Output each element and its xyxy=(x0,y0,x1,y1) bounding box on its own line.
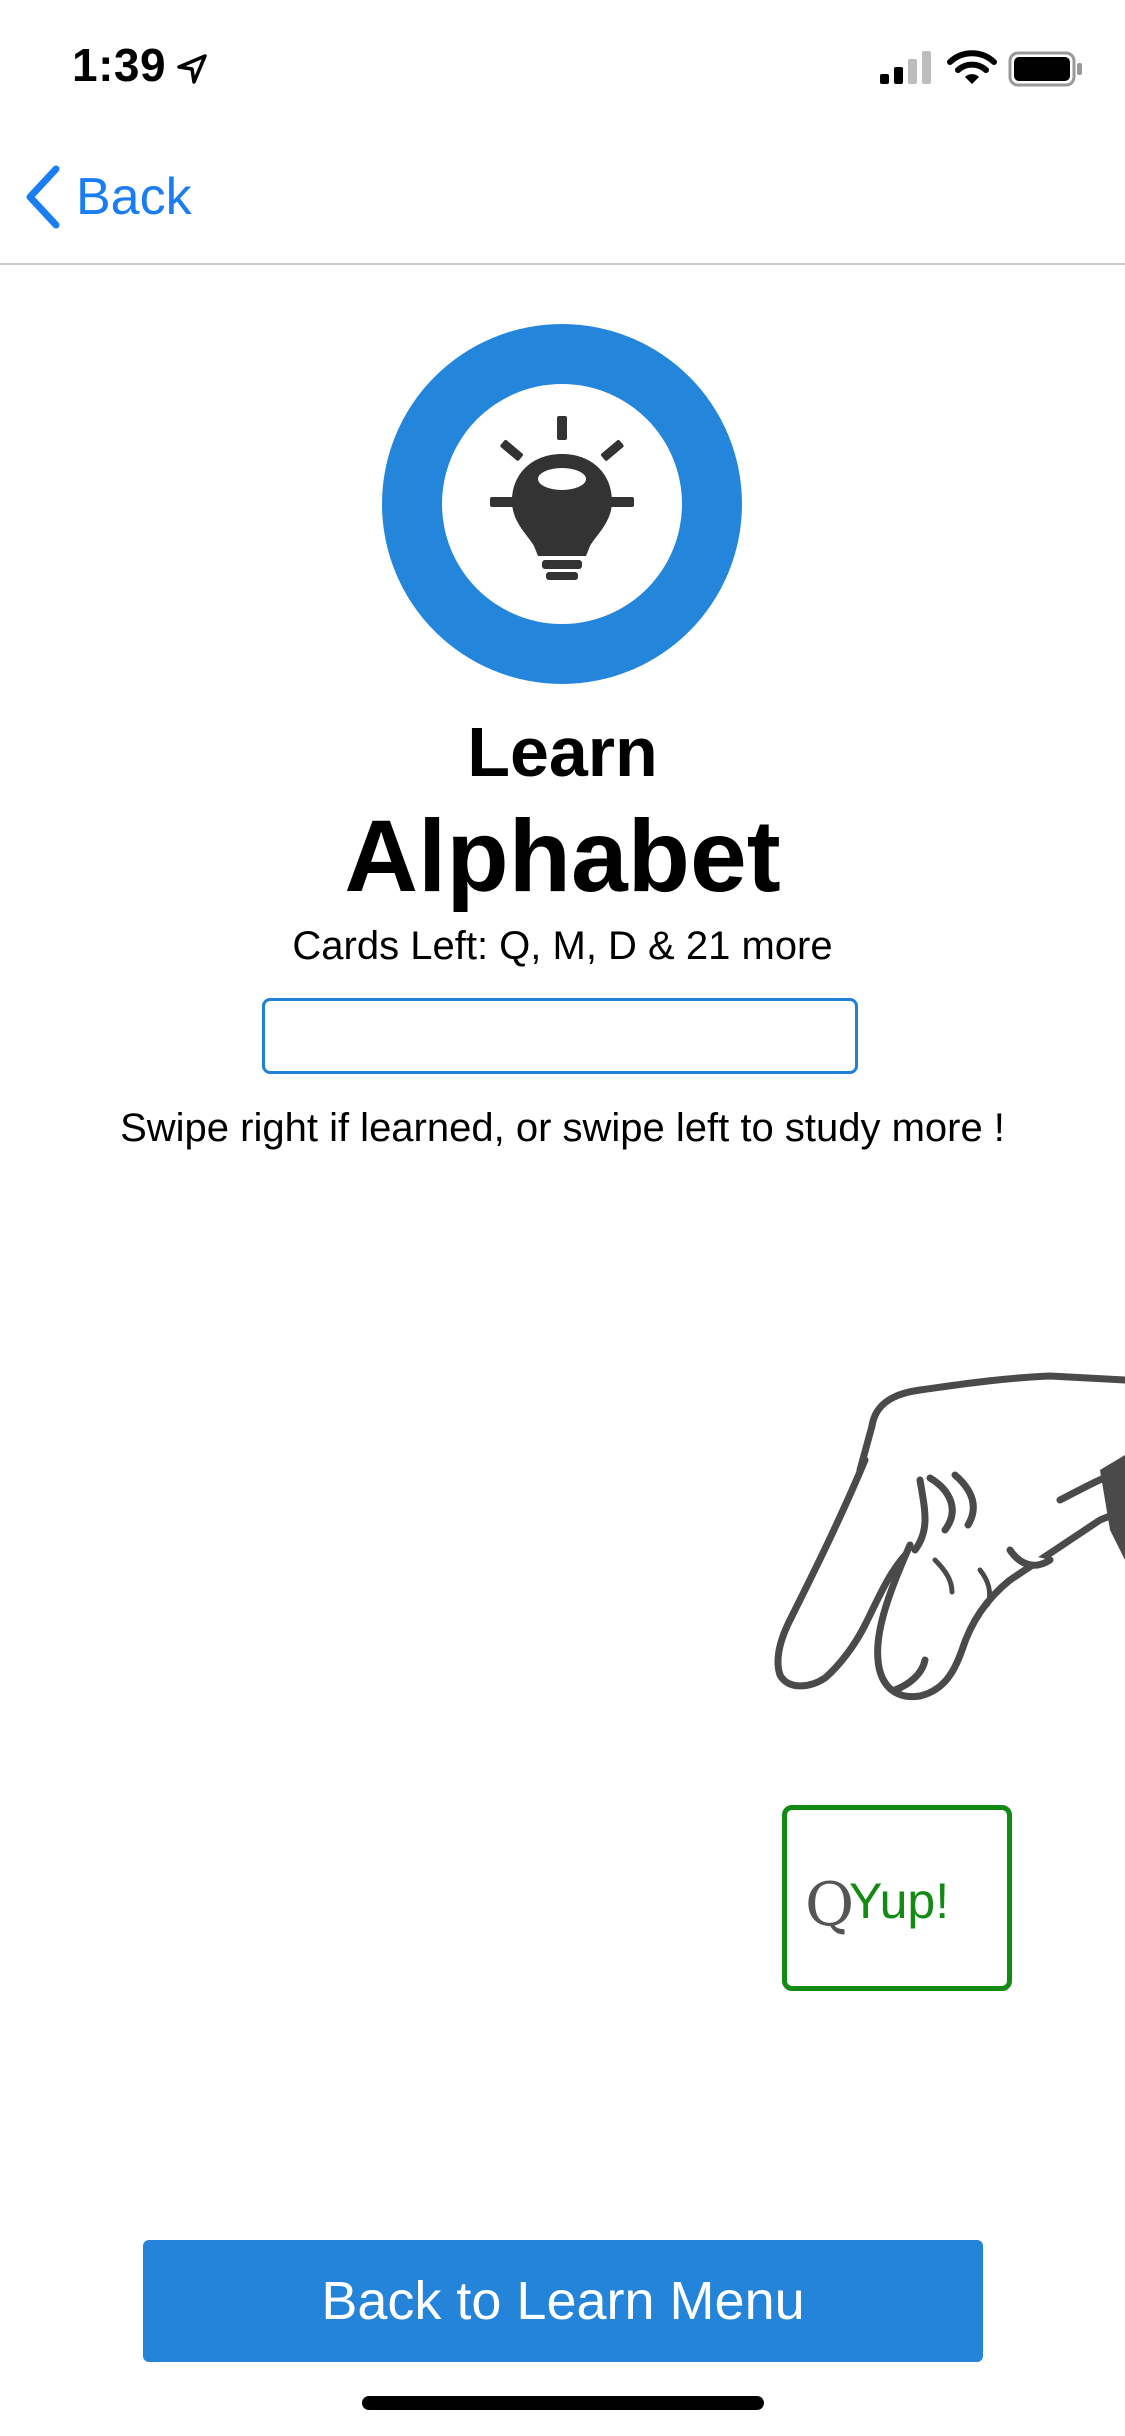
cards-left-text: Cards Left: Q, M, D & 21 more xyxy=(292,924,833,968)
yup-label: Yup! xyxy=(849,1873,950,1929)
lightbulb-icon xyxy=(382,324,742,684)
answer-input[interactable] xyxy=(262,998,858,1074)
back-label: Back xyxy=(76,168,192,226)
status-bar: 1:39 xyxy=(0,0,1125,132)
back-to-learn-menu-button[interactable]: Back to Learn Menu xyxy=(143,2240,983,2362)
home-indicator xyxy=(362,2396,764,2410)
battery-icon xyxy=(1008,51,1082,87)
back-button[interactable]: Back xyxy=(22,162,192,232)
hand-sign-q-icon xyxy=(774,1372,1125,1701)
menu-button-label: Back to Learn Menu xyxy=(321,2271,805,2331)
page-title: Alphabet xyxy=(344,799,781,913)
swipe-instructions: Swipe right if learned, or swipe left to… xyxy=(120,1106,1005,1150)
chevron-left-icon xyxy=(26,165,60,229)
signal-icon xyxy=(880,51,931,84)
status-time: 1:39 xyxy=(72,39,167,91)
sign-card[interactable] xyxy=(590,1360,1125,1780)
section-label: Learn xyxy=(467,713,658,791)
navigation-bar: Back xyxy=(0,132,1125,265)
yup-stamp: Q Yup! xyxy=(782,1805,1012,1991)
wifi-icon xyxy=(947,50,997,84)
location-arrow-icon xyxy=(177,54,207,84)
card-letter: Q xyxy=(805,1870,855,1940)
